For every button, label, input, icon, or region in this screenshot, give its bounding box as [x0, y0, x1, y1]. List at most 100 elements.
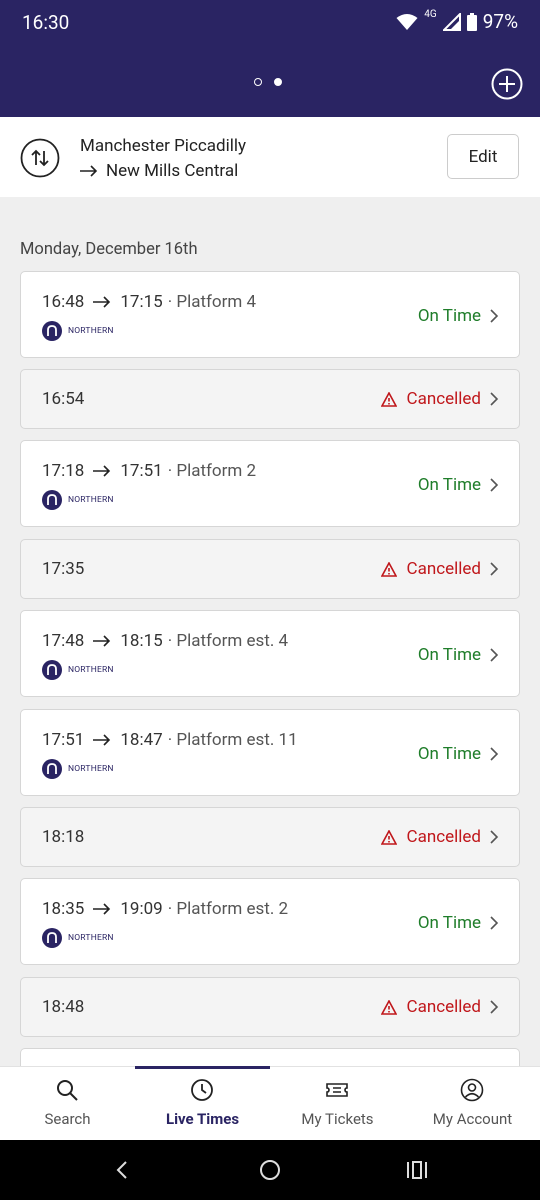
service-card[interactable]: 18:35 19:09 · Platform est. 2 NORTHERN O… [20, 878, 520, 965]
back-icon[interactable] [114, 1160, 130, 1180]
warning-icon [380, 391, 397, 407]
northern-logo-icon [42, 490, 62, 510]
northern-logo-icon [42, 660, 62, 680]
nav-search[interactable]: Search [0, 1067, 135, 1141]
operator: NORTHERN [42, 660, 114, 680]
system-nav-bar [0, 1140, 540, 1200]
swap-direction-icon[interactable] [20, 138, 60, 178]
battery-level: 97% [482, 10, 518, 33]
arrival-time: 17:15 [120, 292, 163, 312]
departure-time: 17:48 [42, 631, 85, 651]
operator-name: NORTHERN [68, 933, 114, 943]
page-dot-active[interactable] [274, 78, 282, 86]
status-on-time: On Time [418, 645, 499, 665]
add-journey-icon[interactable] [491, 68, 523, 100]
status-label: On Time [417, 744, 481, 764]
departure-time: 17:18 [42, 461, 85, 481]
departure-time: 18:18 [42, 827, 85, 847]
status-bar: 16:30 4G 97% [0, 0, 540, 48]
status-cancelled: Cancelled [380, 997, 499, 1017]
clock-icon [191, 1079, 213, 1101]
service-card[interactable]: 17:48 18:15 · Platform est. 4 NORTHERN O… [20, 610, 520, 697]
chevron-right-icon [490, 648, 499, 662]
chevron-right-icon [490, 747, 499, 761]
battery-icon [466, 12, 477, 31]
operator-name: NORTHERN [68, 326, 114, 336]
nav-label: My Account [432, 1110, 513, 1128]
warning-icon [380, 561, 397, 577]
app-header [0, 48, 540, 117]
service-card-cancelled[interactable]: 18:18 Cancelled [20, 807, 520, 867]
arrival-time: 18:47 [120, 730, 163, 750]
status-on-time: On Time [418, 913, 499, 933]
status-label: Cancelled [406, 997, 481, 1017]
platform: · Platform 2 [167, 461, 257, 481]
chevron-right-icon [490, 916, 499, 930]
active-tab-indicator [135, 1066, 270, 1069]
warning-icon [380, 999, 397, 1015]
chevron-right-icon [490, 392, 499, 406]
account-icon [460, 1078, 484, 1102]
page-indicator [254, 78, 282, 86]
recents-icon[interactable] [406, 1160, 428, 1180]
edit-route-button[interactable]: Edit [447, 134, 519, 179]
search-icon [57, 1080, 78, 1101]
status-label: Cancelled [406, 559, 481, 579]
status-on-time: On Time [418, 475, 499, 495]
departure-time: 18:48 [42, 997, 85, 1017]
arrival-time: 19:09 [120, 899, 163, 919]
departure-time: 17:51 [42, 730, 85, 750]
journey-times: 18:35 19:09 · Platform est. 2 [42, 899, 288, 919]
journey-times: 17:18 17:51 · Platform 2 [42, 461, 256, 481]
journey-times: 16:48 17:15 · Platform 4 [42, 292, 256, 312]
arrow-right-icon [80, 165, 98, 177]
status-label: Cancelled [406, 827, 481, 847]
chevron-right-icon [490, 1000, 499, 1014]
status-label: Cancelled [406, 389, 481, 409]
service-card[interactable]: 17:18 17:51 · Platform 2 NORTHERN On Tim… [20, 440, 520, 527]
nav-my-tickets[interactable]: My Tickets [270, 1067, 405, 1141]
status-label: On Time [417, 645, 481, 665]
operator: NORTHERN [42, 928, 114, 948]
status-on-time: On Time [418, 744, 499, 764]
service-card-cancelled[interactable]: 18:48 Cancelled [20, 977, 520, 1037]
departure-time: 16:48 [42, 292, 85, 312]
arrival-time: 18:15 [120, 631, 163, 651]
operator-name: NORTHERN [68, 665, 114, 675]
service-card[interactable]: 17:51 18:47 · Platform est. 11 NORTHERN … [20, 709, 520, 796]
arrow-right-icon [93, 635, 111, 647]
departure-time: 18:35 [42, 899, 85, 919]
home-icon[interactable] [259, 1159, 281, 1181]
chevron-right-icon [490, 478, 499, 492]
departure-time: 17:35 [42, 559, 85, 579]
operator: NORTHERN [42, 490, 114, 510]
nav-label: Live Times [165, 1110, 240, 1128]
nav-my-account[interactable]: My Account [405, 1067, 540, 1141]
warning-icon [380, 829, 397, 845]
route-origin: Manchester Piccadilly [80, 136, 247, 156]
bottom-nav: Search Live Times My Tickets My Account [0, 1066, 540, 1141]
service-card-cancelled[interactable]: 17:35 Cancelled [20, 539, 520, 599]
chevron-right-icon [490, 830, 499, 844]
status-cancelled: Cancelled [380, 827, 499, 847]
northern-logo-icon [42, 321, 62, 341]
arrival-time: 17:51 [120, 461, 163, 481]
status-label: On Time [417, 306, 481, 326]
arrow-right-icon [93, 296, 111, 308]
nav-live-times[interactable]: Live Times [135, 1067, 270, 1141]
northern-logo-icon [42, 928, 62, 948]
service-card[interactable]: 16:48 17:15 · Platform 4 NORTHERN On Tim… [20, 271, 520, 358]
arrow-right-icon [93, 465, 111, 477]
page-dot[interactable] [254, 78, 262, 86]
status-label: On Time [417, 475, 481, 495]
platform: · Platform est. 2 [167, 899, 289, 919]
route-destination: New Mills Central [106, 161, 239, 181]
wifi-icon [396, 13, 418, 30]
service-card-cancelled[interactable]: 16:54 Cancelled [20, 369, 520, 429]
platform: · Platform est. 11 [167, 730, 298, 750]
ticket-icon [326, 1083, 348, 1097]
departure-time: 16:54 [42, 389, 85, 409]
operator-name: NORTHERN [68, 495, 114, 505]
signal-icon [442, 12, 461, 31]
status-cancelled: Cancelled [380, 389, 499, 409]
